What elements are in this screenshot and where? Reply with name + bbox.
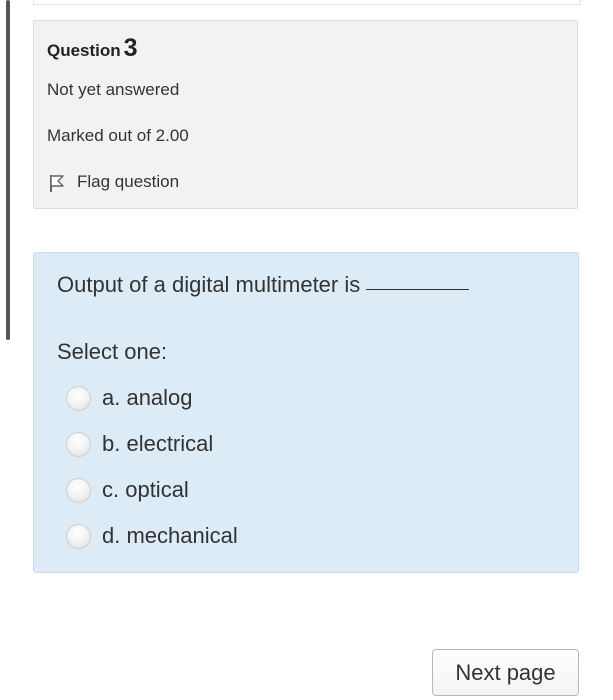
- answer-label: c. optical: [102, 477, 189, 502]
- scrollbar[interactable]: [6, 0, 10, 340]
- question-heading: Question 3: [47, 34, 138, 63]
- flag-question-label: Flag question: [77, 172, 180, 191]
- answer-label: a. analog: [102, 385, 193, 410]
- radio-button[interactable]: [66, 523, 91, 549]
- quiz-page: Question 3 Not yet answered Marked out of…: [0, 0, 613, 700]
- question-content: Output of a digital multimeter is Select…: [33, 252, 579, 573]
- question-text: Output of a digital multimeter is: [57, 272, 470, 298]
- radio-button[interactable]: [66, 385, 91, 411]
- question-text-body: Output of a digital multimeter is: [57, 272, 361, 297]
- question-number: 3: [123, 34, 138, 62]
- question-state: Not yet answered: [47, 80, 180, 99]
- radio-button[interactable]: [66, 431, 91, 457]
- answer-label: d. mechanical: [102, 523, 238, 548]
- select-prompt: Select one:: [57, 339, 168, 364]
- answer-option-d[interactable]: d. mechanical: [66, 513, 238, 559]
- flag-question-link[interactable]: Flag question: [47, 171, 179, 193]
- answer-list: a. analog b. electrical c. optical d. me…: [66, 375, 238, 559]
- answer-option-b[interactable]: b. electrical: [66, 421, 238, 467]
- flag-icon: [50, 175, 64, 192]
- next-page-button[interactable]: Next page: [432, 649, 579, 696]
- question-heading-label: Question: [47, 41, 121, 60]
- answer-option-c[interactable]: c. optical: [66, 467, 238, 513]
- previous-question-edge: [33, 0, 581, 5]
- answer-blank: [366, 289, 470, 290]
- question-info-panel: Question 3 Not yet answered Marked out of…: [33, 20, 578, 209]
- answer-option-a[interactable]: a. analog: [66, 375, 238, 421]
- answer-label: b. electrical: [102, 431, 214, 456]
- question-grade: Marked out of 2.00: [47, 126, 189, 145]
- radio-button[interactable]: [66, 477, 91, 503]
